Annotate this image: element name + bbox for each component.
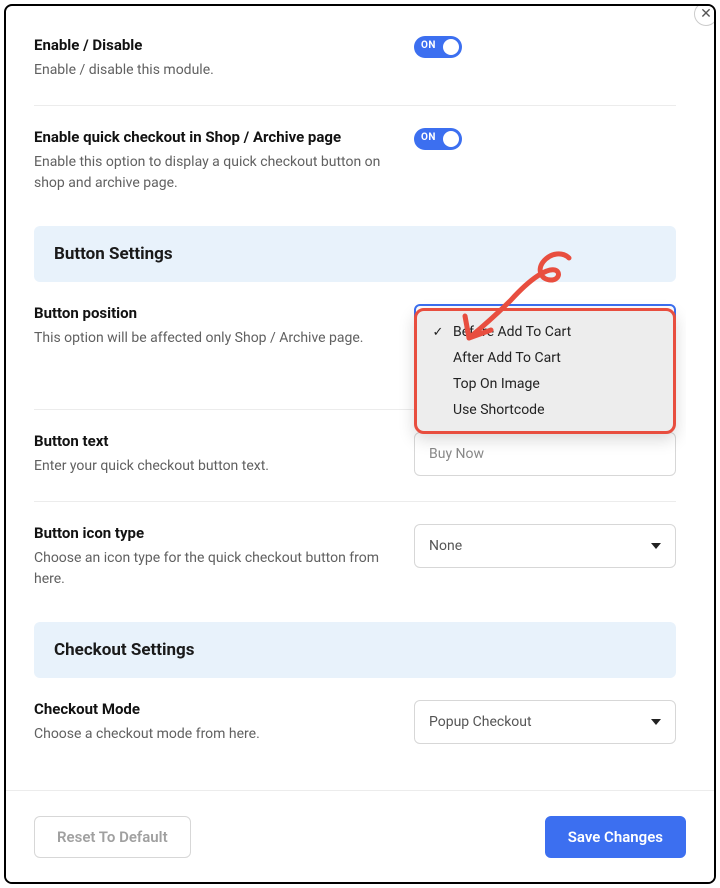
section-header-checkout-settings: Checkout Settings: [34, 622, 676, 678]
footer: Reset To Default Save Changes: [6, 790, 714, 882]
row-checkout-mode: Checkout Mode Choose a checkout mode fro…: [34, 678, 676, 769]
row-desc: Enable / disable this module.: [34, 60, 394, 81]
scroll-area[interactable]: Enable / Disable Enable / disable this m…: [34, 26, 686, 784]
settings-modal: ✕ Enable / Disable Enable / disable this…: [4, 4, 716, 884]
dropdown-item-before-add-to-cart[interactable]: ✓ Before Add To Cart: [423, 319, 667, 345]
input-value: Buy Now: [429, 446, 484, 462]
close-icon: ✕: [700, 6, 712, 22]
row-title: Button icon type: [34, 524, 394, 542]
toggle-knob: [443, 39, 459, 55]
select-value: Popup Checkout: [429, 714, 532, 730]
row-button-position: Button position This option will be affe…: [34, 282, 676, 410]
dropdown-item-use-shortcode[interactable]: Use Shortcode: [423, 397, 667, 423]
row-title: Enable / Disable: [34, 36, 394, 54]
dropdown-item-top-on-image[interactable]: Top On Image: [423, 371, 667, 397]
button-label: Reset To Default: [57, 828, 168, 846]
dropdown-item-label: After Add To Cart: [453, 350, 561, 366]
button-position-dropdown: ✓ Before Add To Cart After Add To Cart T…: [414, 308, 676, 434]
checkout-mode-select[interactable]: Popup Checkout: [414, 700, 676, 744]
reset-to-default-button[interactable]: Reset To Default: [34, 816, 191, 858]
row-desc: Choose a checkout mode from here.: [34, 724, 394, 745]
toggle-knob: [443, 131, 459, 147]
dropdown-item-label: Use Shortcode: [453, 402, 545, 418]
chevron-down-icon: [651, 543, 661, 549]
row-desc: Choose an icon type for the quick checko…: [34, 548, 394, 590]
row-title: Button text: [34, 432, 394, 450]
row-desc: Enable this option to display a quick ch…: [34, 152, 394, 194]
button-icon-type-select[interactable]: None: [414, 524, 676, 568]
toggle-enable-module[interactable]: ON: [414, 36, 462, 58]
chevron-down-icon: [651, 719, 661, 725]
button-text-input[interactable]: Buy Now: [414, 432, 676, 476]
row-desc: This option will be affected only Shop /…: [34, 328, 394, 349]
close-button[interactable]: ✕: [694, 4, 716, 26]
dropdown-item-label: Top On Image: [453, 376, 540, 392]
toggle-enable-archive[interactable]: ON: [414, 128, 462, 150]
toggle-on-label: ON: [421, 132, 436, 143]
row-enable-disable: Enable / Disable Enable / disable this m…: [34, 26, 676, 106]
row-title: Checkout Mode: [34, 700, 394, 718]
toggle-on-label: ON: [421, 40, 436, 51]
row-desc: Enter your quick checkout button text.: [34, 456, 394, 477]
row-enable-archive: Enable quick checkout in Shop / Archive …: [34, 106, 676, 218]
select-value: None: [429, 538, 462, 554]
row-title: Enable quick checkout in Shop / Archive …: [34, 128, 394, 146]
dropdown-item-label: Before Add To Cart: [453, 324, 571, 340]
check-icon: ✓: [431, 325, 445, 340]
row-title: Button position: [34, 304, 394, 322]
save-changes-button[interactable]: Save Changes: [545, 816, 686, 858]
row-button-icon-type: Button icon type Choose an icon type for…: [34, 502, 676, 614]
dropdown-item-after-add-to-cart[interactable]: After Add To Cart: [423, 345, 667, 371]
button-label: Save Changes: [568, 828, 663, 846]
section-header-button-settings: Button Settings: [34, 226, 676, 282]
